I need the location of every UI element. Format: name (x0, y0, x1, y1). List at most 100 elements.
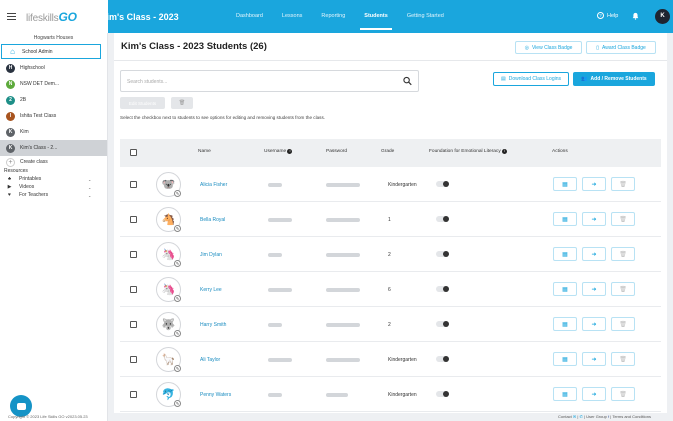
sidebar-item-class[interactable]: 2 2B (0, 92, 107, 108)
foundation-toggle[interactable] (436, 216, 449, 222)
sidebar-item-school-admin[interactable]: ⌂ School Admin (1, 44, 101, 59)
nav-getting-started[interactable]: Getting Started (407, 0, 444, 33)
selection-hint: Select the checkbox next to students to … (120, 115, 326, 120)
login-button[interactable]: ➜ (582, 247, 606, 261)
nav-reporting[interactable]: Reporting (321, 0, 345, 33)
add-remove-students-button[interactable]: 👥 Add / Remove Students (573, 72, 655, 86)
hamburger-menu-icon[interactable] (7, 12, 16, 21)
sidebar-item-for-teachers[interactable]: ♥ For Teachers ⌄ (0, 191, 107, 199)
phone-icon[interactable]: ✆ (580, 414, 583, 419)
login-button[interactable]: ➜ (582, 352, 606, 366)
delete-button[interactable]: 🗑 (611, 247, 635, 261)
sidebar-item-class[interactable]: H Highschool (0, 60, 107, 76)
login-button[interactable]: ➜ (582, 387, 606, 401)
award-class-badge-button[interactable]: ▯ Award Class Badge (586, 41, 656, 54)
edit-students-button[interactable]: Edit Students (120, 97, 165, 109)
student-name[interactable]: Harry Smith (200, 322, 226, 328)
student-avatar[interactable]: 🐺 ✎ (156, 312, 181, 337)
download-class-logins-button[interactable]: ▤ Download Class Logins (493, 72, 569, 86)
nav-lessons[interactable]: Lessons (282, 0, 303, 33)
sidebar-item-videos[interactable]: ▶ Videos ⌄ (0, 183, 107, 191)
foundation-toggle[interactable] (436, 391, 449, 397)
sidebar-item-class[interactable]: K Kim (0, 124, 107, 140)
row-checkbox[interactable] (130, 356, 137, 363)
qr-code-button[interactable]: ▦ (553, 352, 577, 366)
help-button[interactable]: ? Help (597, 12, 618, 19)
login-button[interactable]: ➜ (582, 177, 606, 191)
row-checkbox[interactable] (130, 321, 137, 328)
printables-icon: ♣ (7, 176, 12, 182)
row-checkbox[interactable] (130, 251, 137, 258)
qr-code-button[interactable]: ▦ (553, 247, 577, 261)
qr-code-button[interactable]: ▦ (553, 317, 577, 331)
nav-dashboard[interactable]: Dashboard (236, 0, 263, 33)
user-group-link[interactable]: User Group (586, 414, 607, 419)
foundation-toggle[interactable] (436, 286, 449, 292)
qr-code-button[interactable]: ▦ (553, 387, 577, 401)
sidebar-item-class[interactable]: K Kim's Class - 2... (0, 140, 107, 156)
edit-avatar-icon[interactable]: ✎ (174, 295, 181, 302)
student-avatar[interactable]: 🐬 ✎ (156, 382, 181, 407)
view-class-badge-button[interactable]: ◎ View Class Badge (515, 41, 582, 54)
terms-link[interactable]: Terms and Conditions (612, 414, 651, 419)
search-placeholder: Search students... (127, 79, 168, 85)
foundation-toggle[interactable] (436, 181, 449, 187)
delete-button[interactable]: 🗑 (611, 387, 635, 401)
student-avatar[interactable]: 🐨 ✎ (156, 172, 181, 197)
search-input[interactable]: Search students... (120, 70, 419, 92)
login-button[interactable]: ➜ (582, 282, 606, 296)
login-button[interactable]: ➜ (582, 212, 606, 226)
student-avatar[interactable]: 🦙 ✎ (156, 347, 181, 372)
create-class-button[interactable]: + Create class (0, 156, 107, 168)
student-avatar[interactable]: 🐴 ✎ (156, 207, 181, 232)
edit-avatar-icon[interactable]: ✎ (174, 225, 181, 232)
edit-avatar-icon[interactable]: ✎ (174, 330, 181, 337)
page-title: Kim's Class - 2023 Students (26) (121, 41, 267, 52)
delete-students-button[interactable]: 🗑 (171, 97, 193, 109)
student-name[interactable]: Ali Taylor (200, 357, 220, 363)
mail-icon[interactable]: ✉ (573, 414, 576, 419)
delete-button[interactable]: 🗑 (611, 352, 635, 366)
edit-avatar-icon[interactable]: ✎ (174, 260, 181, 267)
foundation-toggle[interactable] (436, 251, 449, 257)
sidebar-item-printables[interactable]: ♣ Printables ⌄ (0, 175, 107, 183)
row-checkbox[interactable] (130, 286, 137, 293)
delete-button[interactable]: 🗑 (611, 317, 635, 331)
row-checkbox[interactable] (130, 391, 137, 398)
delete-button[interactable]: 🗑 (611, 177, 635, 191)
student-name[interactable]: Alicia Fisher (200, 182, 227, 188)
student-name[interactable]: Kerry Lee (200, 287, 222, 293)
sidebar-item-class[interactable]: I Ishita Test Class (0, 108, 107, 124)
student-avatar[interactable]: 🦄 ✎ (156, 242, 181, 267)
trash-icon: 🗑 (619, 251, 627, 258)
facebook-icon[interactable]: f (608, 414, 609, 419)
edit-avatar-icon[interactable]: ✎ (174, 400, 181, 407)
sidebar-item-class[interactable]: N NSW DET Dem... (0, 76, 107, 92)
select-all-checkbox[interactable] (130, 149, 137, 156)
username-masked (268, 218, 292, 222)
row-checkbox[interactable] (130, 216, 137, 223)
info-icon: i (502, 149, 508, 154)
delete-button[interactable]: 🗑 (611, 212, 635, 226)
qr-code-button[interactable]: ▦ (553, 282, 577, 296)
foundation-toggle[interactable] (436, 356, 449, 362)
nav-students[interactable]: Students (360, 0, 392, 33)
qr-code-icon: ▦ (562, 251, 568, 258)
login-button[interactable]: ➜ (582, 317, 606, 331)
edit-avatar-icon[interactable]: ✎ (174, 190, 181, 197)
student-name[interactable]: Jim Dylan (200, 252, 222, 258)
logo[interactable]: lifeskillsGO (26, 10, 77, 24)
notification-bell-icon[interactable] (632, 12, 639, 20)
edit-avatar-icon[interactable]: ✎ (174, 365, 181, 372)
student-name[interactable]: Bella Royal (200, 217, 225, 223)
student-avatar[interactable]: 🦄 ✎ (156, 277, 181, 302)
qr-code-button[interactable]: ▦ (553, 177, 577, 191)
foundation-toggle[interactable] (436, 321, 449, 327)
sidebar-item-label: Printables (19, 176, 42, 182)
row-checkbox[interactable] (130, 181, 137, 188)
user-avatar[interactable]: K (655, 9, 670, 24)
delete-button[interactable]: 🗑 (611, 282, 635, 296)
student-name[interactable]: Penny Waters (200, 392, 231, 398)
qr-code-button[interactable]: ▦ (553, 212, 577, 226)
contact-link[interactable]: Contact (558, 414, 572, 419)
